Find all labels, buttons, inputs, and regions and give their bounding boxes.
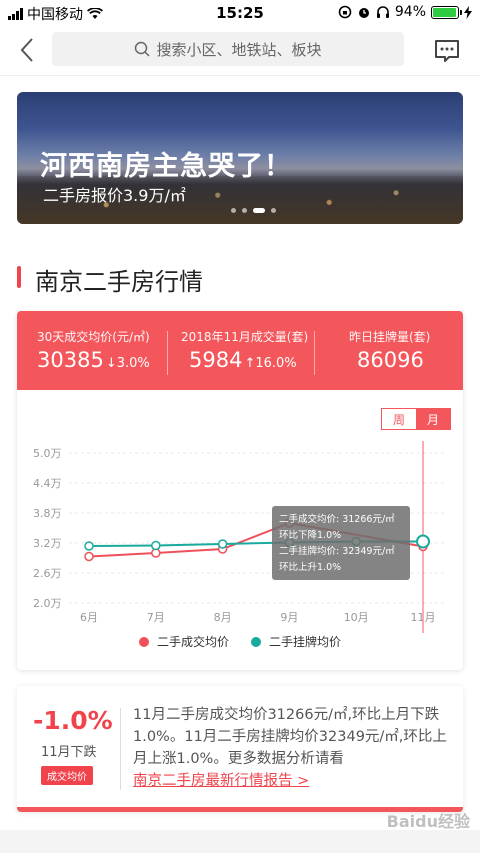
x-tick-label: 9月 [280, 611, 298, 624]
search-icon [135, 41, 151, 57]
stat-value: 30385 ↓3.0% [37, 348, 150, 372]
summary-badge: 成交均价 [41, 766, 93, 785]
legend-item[interactable]: 二手挂牌均价 [251, 633, 341, 650]
x-tick-label: 8月 [214, 611, 232, 624]
headphones-icon [376, 6, 389, 18]
stat-number: 5984 [189, 348, 243, 372]
tooltip-line: 二手挂牌均价: 32349元/㎡ [279, 545, 395, 557]
stats-header: 30天成交均价(元/㎡) 30385 ↓3.0% 2018年11月成交量(套) 5… [17, 311, 463, 390]
stat-number: 86096 [357, 348, 424, 372]
stat-divider [314, 331, 315, 375]
pager-dot [242, 208, 247, 213]
stat-divider [167, 331, 168, 375]
data-point [217, 539, 228, 549]
toggle-week[interactable]: 周 [382, 409, 416, 429]
lock-rotation-icon [338, 5, 352, 19]
summary-percent: -1.0% [33, 706, 113, 735]
footer-strip [0, 830, 480, 853]
market-card: 30天成交均价(元/㎡) 30385 ↓3.0% 2018年11月成交量(套) 5… [17, 311, 463, 670]
summary-card: -1.0% 11月下跌 成交均价 11月二手房成交均价31266元/㎡,环比上月… [17, 686, 463, 812]
x-tick-label: 6月 [80, 611, 98, 624]
stat-label: 30天成交均价(元/㎡) [37, 330, 150, 344]
tooltip-line: 二手成交均价: 31266元/㎡ [279, 513, 395, 525]
y-tick-label: 3.2万 [33, 537, 62, 550]
y-tick-label: 3.8万 [33, 507, 62, 520]
section-accent-bar [17, 266, 21, 288]
summary-body: 11月二手房成交均价31266元/㎡,环比上月下跌1.0%。11月二手房挂牌均价… [133, 707, 447, 767]
charging-icon [464, 5, 472, 19]
legend-item[interactable]: 二手成交均价 [138, 633, 229, 650]
battery-icon [431, 5, 462, 19]
back-button[interactable] [12, 34, 42, 66]
pager-dot [271, 208, 276, 213]
chart-legend: 二手成交均价 二手挂牌均价 [17, 633, 463, 650]
toggle-month[interactable]: 月 [416, 409, 450, 429]
promo-banner[interactable]: 河西南房主急哭了！ 二手房报价3.9万/㎡ [17, 92, 463, 224]
watermark: Baidu经验 [386, 812, 470, 831]
period-toggle: 周 月 [381, 408, 451, 430]
stat-change: ↑16.0% [244, 356, 297, 371]
stat-label: 2018年11月成交量(套) [181, 330, 309, 344]
nav-bar: 搜索小区、地铁站、板块 [0, 26, 480, 76]
legend-label: 二手挂牌均价 [269, 635, 342, 649]
data-point [151, 540, 161, 551]
banner-title: 河西南房主急哭了！ [40, 151, 292, 182]
alarm-icon [358, 8, 369, 18]
banner-subtitle: 二手房报价3.9万/㎡ [43, 186, 186, 205]
stat-label: 昨日挂牌量(套) [349, 330, 431, 344]
tooltip-line: 环比下降1.0% [279, 529, 341, 541]
pager-dot-active [253, 208, 265, 213]
battery-percent: 94% [394, 4, 426, 20]
search-input[interactable]: 搜索小区、地铁站、板块 [52, 32, 404, 66]
summary-percent-label: 11月下跌 [41, 745, 97, 760]
stat-change: ↓3.0% [105, 356, 150, 371]
status-bar: 中国移动 15:25 94% [0, 0, 480, 26]
x-tick-label: 7月 [147, 611, 165, 624]
summary-divider [120, 708, 121, 790]
data-point [84, 551, 94, 562]
tooltip-line: 环比上升1.0% [279, 561, 341, 573]
summary-text: 11月二手房成交均价31266元/㎡,环比上月下跌1.0%。11月二手房挂牌均价… [133, 704, 451, 792]
data-point [84, 541, 94, 551]
message-icon[interactable] [432, 36, 462, 66]
pager-dot [231, 208, 236, 213]
stat-value: 5984 ↑16.0% [189, 348, 297, 372]
x-tick-label: 10月 [344, 611, 369, 624]
report-link[interactable]: 南京二手房最新行情报告 > [133, 773, 309, 789]
y-tick-label: 2.6万 [33, 567, 62, 580]
y-tick-label: 2.0万 [33, 597, 62, 610]
y-tick-label: 4.4万 [33, 477, 62, 490]
legend-dot [251, 636, 261, 647]
legend-label: 二手成交均价 [156, 635, 229, 649]
back-arrow-icon [20, 38, 33, 62]
y-tick-label: 5.0万 [33, 447, 62, 460]
search-placeholder: 搜索小区、地铁站、板块 [156, 40, 322, 59]
stat-value: 86096 [357, 348, 424, 372]
stat-number: 30385 [37, 348, 104, 372]
legend-dot [138, 636, 149, 647]
data-point [416, 534, 430, 549]
banner-pager [231, 208, 276, 213]
section-title: 南京二手房行情 [35, 268, 203, 296]
status-right: 94% [338, 4, 472, 20]
